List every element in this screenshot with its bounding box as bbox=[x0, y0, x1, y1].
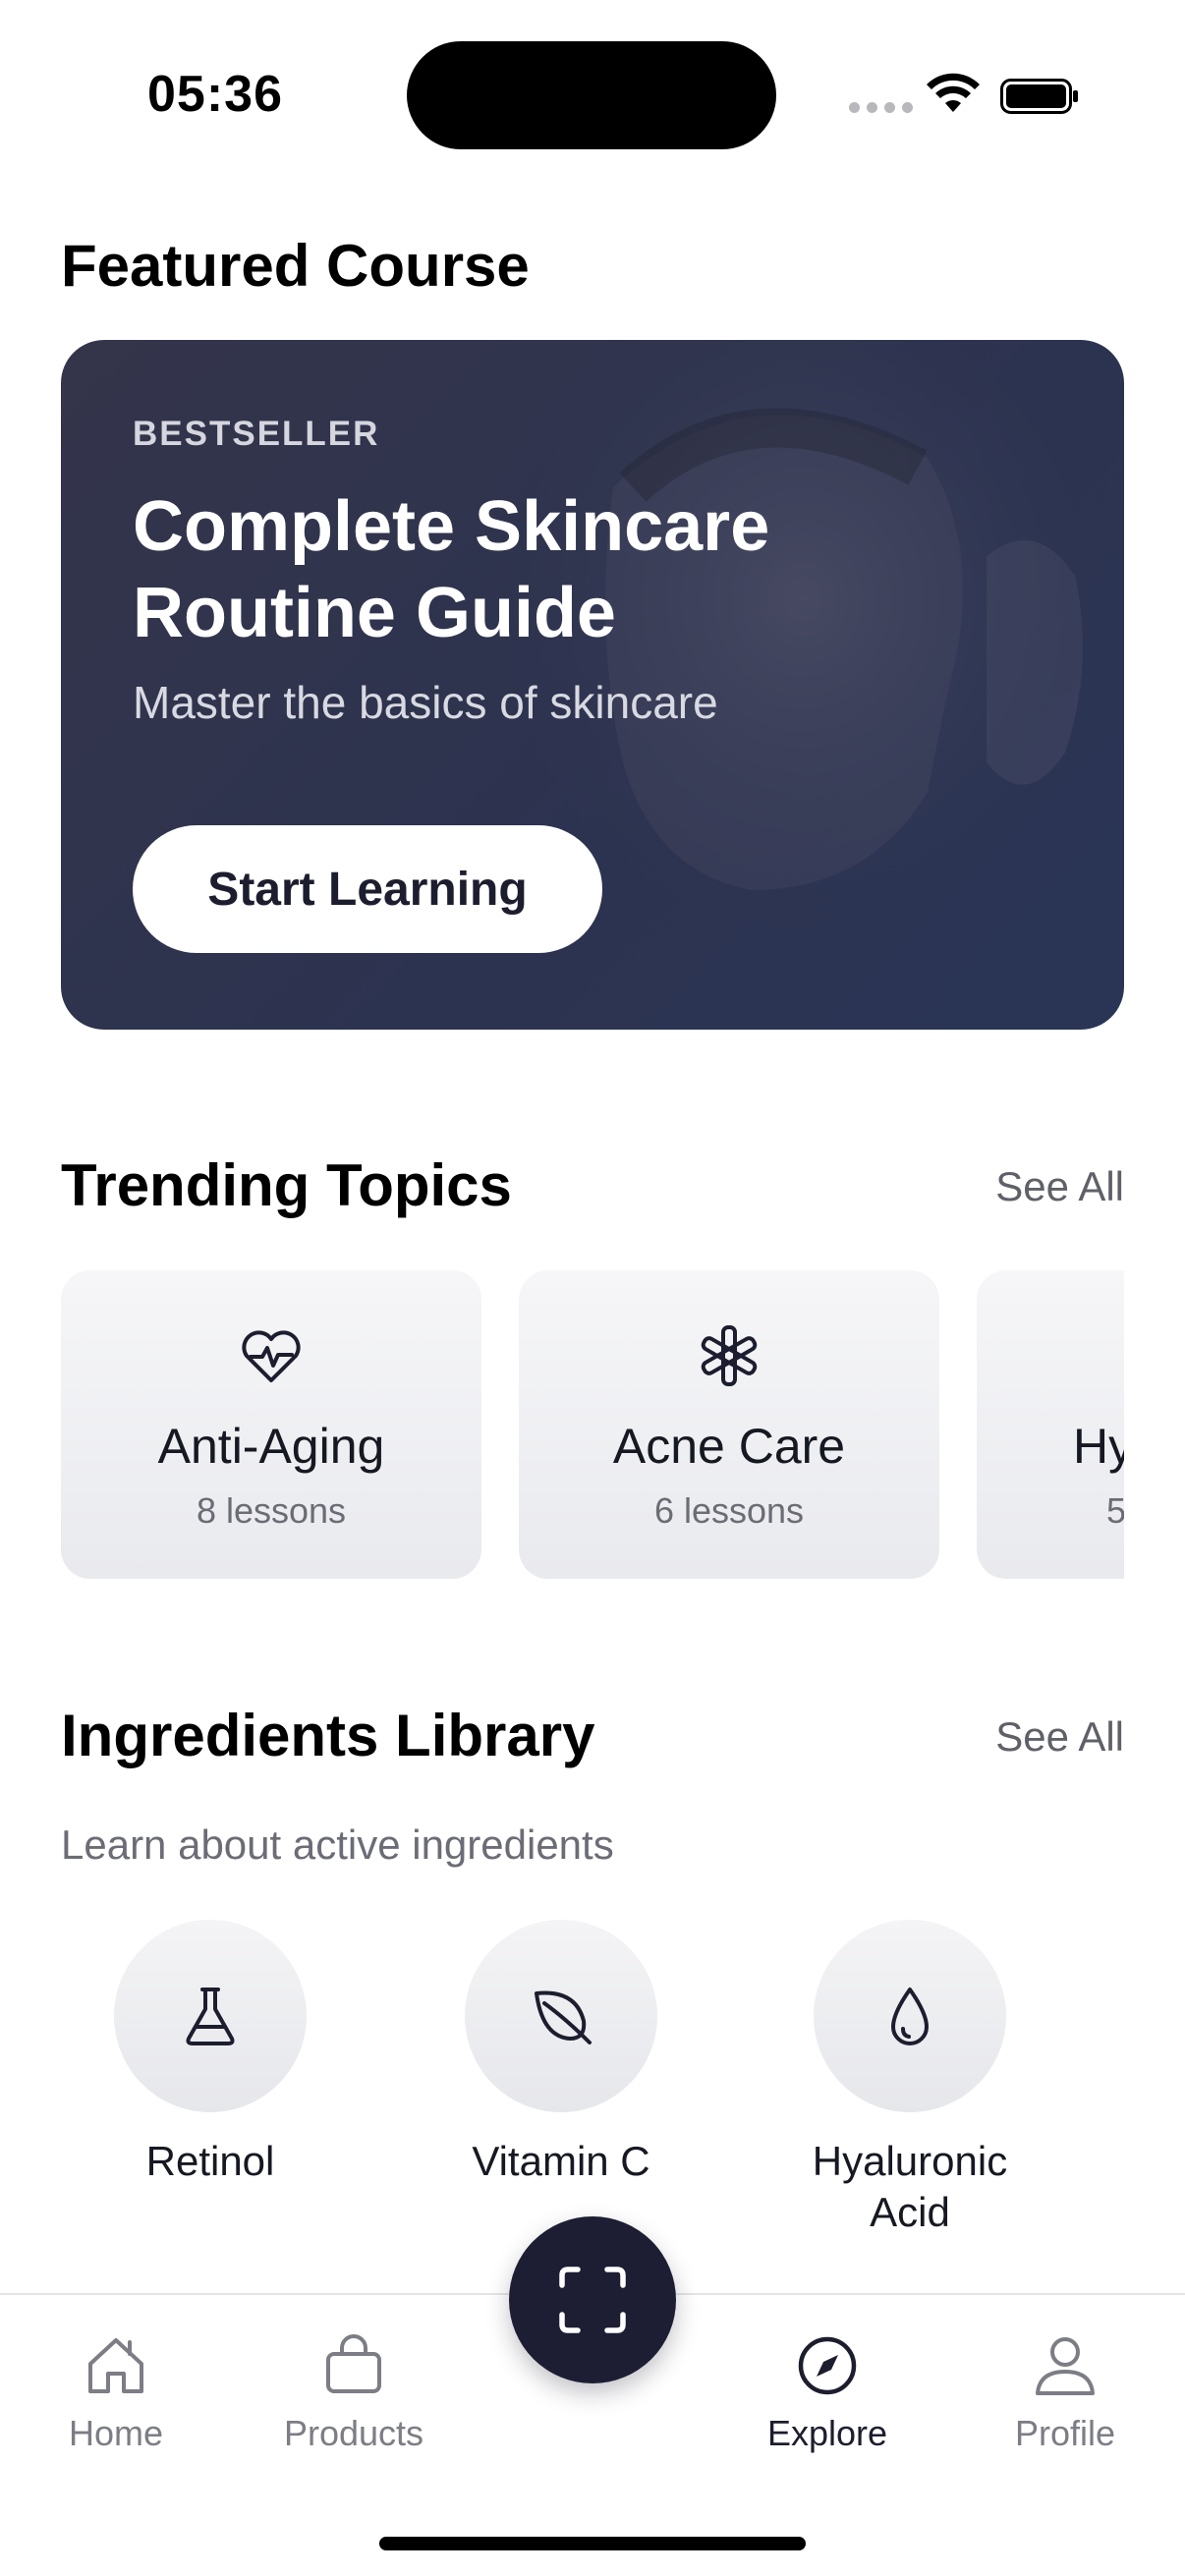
topic-name: Anti-Aging bbox=[157, 1419, 385, 1474]
start-learning-button[interactable]: Start Learning bbox=[133, 825, 602, 953]
ingredients-library-heading: Ingredients Library bbox=[61, 1703, 595, 1768]
battery-icon bbox=[1000, 79, 1078, 114]
flask-icon bbox=[186, 1988, 235, 2045]
compass-icon bbox=[798, 2336, 857, 2395]
cellular-signal-icon bbox=[849, 102, 913, 113]
course-subtitle: Master the basics of skincare bbox=[133, 677, 718, 728]
topic-name: Hy bbox=[1073, 1419, 1124, 1474]
heart-pulse-icon bbox=[242, 1330, 301, 1382]
ingredient-hyaluronic-acid[interactable]: Hyaluronic Acid bbox=[762, 1920, 1057, 2238]
tab-products[interactable]: Products bbox=[255, 2330, 452, 2454]
course-title: Complete Skincare Routine Guide bbox=[133, 487, 770, 652]
topic-lesson-count: 5 bbox=[1106, 1490, 1124, 1531]
tab-explore[interactable]: Explore bbox=[729, 2330, 926, 2454]
home-icon bbox=[88, 2338, 143, 2393]
topic-lesson-count: 6 lessons bbox=[653, 1490, 805, 1531]
wifi-icon bbox=[927, 73, 980, 112]
scan-button[interactable] bbox=[509, 2216, 676, 2383]
topic-card-anti-aging[interactable]: Anti-Aging 8 lessons bbox=[61, 1270, 481, 1579]
topic-name: Acne Care bbox=[612, 1419, 846, 1474]
bestseller-badge: BESTSELLER bbox=[133, 415, 380, 453]
trending-topics-heading: Trending Topics bbox=[61, 1152, 512, 1218]
ingredient-icon-circle bbox=[814, 1920, 1006, 2112]
dynamic-island bbox=[407, 41, 776, 149]
ingredient-icon-circle bbox=[114, 1920, 307, 2112]
ingredients-see-all-link[interactable]: See All bbox=[995, 1713, 1124, 1761]
ingredient-icon-circle bbox=[465, 1920, 657, 2112]
ingredient-name: Vitamin C bbox=[472, 2138, 650, 2184]
tab-label: Home bbox=[68, 2413, 164, 2453]
topic-card-partial[interactable]: Hy 5 bbox=[977, 1270, 1124, 1579]
home-indicator bbox=[379, 2537, 806, 2550]
tab-label: Profile bbox=[1014, 2413, 1116, 2453]
asterisk-icon bbox=[701, 1325, 758, 1386]
tab-home[interactable]: Home bbox=[18, 2330, 214, 2454]
trending-topics-carousel[interactable]: Anti-Aging 8 lessons Acne Care 6 lessons… bbox=[61, 1270, 1124, 1579]
ingredient-name: Hyaluronic Acid bbox=[812, 2138, 1008, 2235]
ingredient-retinol[interactable]: Retinol bbox=[63, 1920, 358, 2187]
status-bar: 05:36 bbox=[0, 0, 1185, 149]
featured-course-heading: Featured Course bbox=[61, 233, 530, 299]
leaf-icon bbox=[535, 1990, 592, 2044]
ingredient-name: Retinol bbox=[145, 2138, 275, 2184]
topic-lesson-count: 8 lessons bbox=[196, 1490, 347, 1531]
ingredient-vitamin-c[interactable]: Vitamin C bbox=[414, 1920, 708, 2187]
trending-see-all-link[interactable]: See All bbox=[995, 1163, 1124, 1210]
tab-profile[interactable]: Profile bbox=[967, 2330, 1163, 2454]
scan-icon bbox=[559, 2267, 626, 2333]
droplet-icon bbox=[891, 1988, 929, 2045]
tab-label: Explore bbox=[766, 2413, 888, 2453]
ingredients-subtitle: Learn about active ingredients bbox=[61, 1821, 614, 1868]
person-icon bbox=[1036, 2337, 1095, 2395]
tab-label: Products bbox=[283, 2413, 424, 2453]
topic-card-acne-care[interactable]: Acne Care 6 lessons bbox=[519, 1270, 939, 1579]
featured-course-card[interactable]: BESTSELLER Complete Skincare Routine Gui… bbox=[61, 340, 1124, 1030]
status-time: 05:36 bbox=[147, 66, 283, 123]
bag-icon bbox=[326, 2334, 381, 2393]
